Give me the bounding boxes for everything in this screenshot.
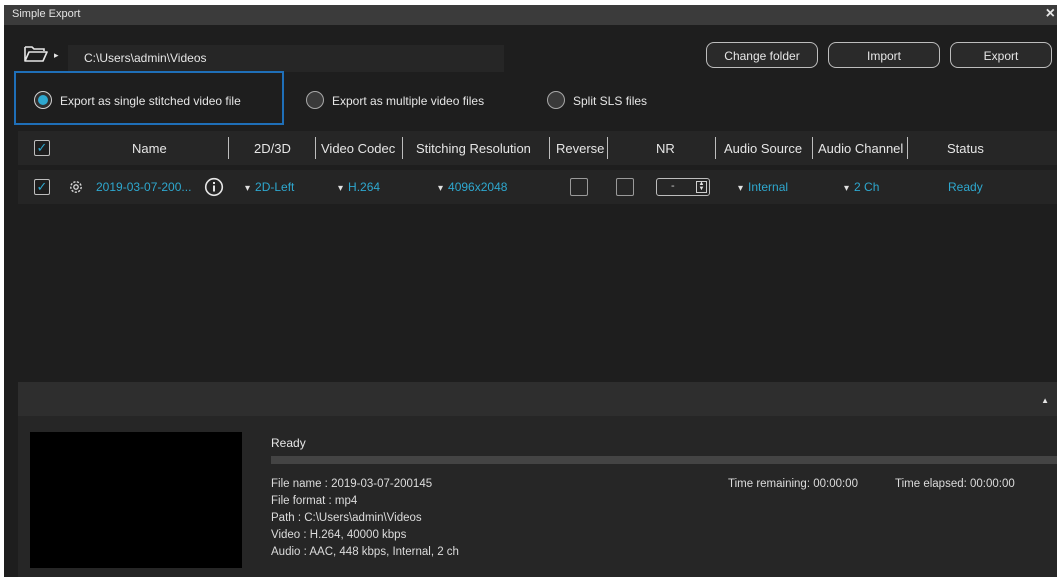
column-separator[interactable] bbox=[549, 137, 550, 159]
table-header: ✓ Name 2D/3D Video Codec Stitching Resol… bbox=[18, 131, 1057, 165]
column-separator[interactable] bbox=[715, 137, 716, 159]
nr-stepper[interactable]: - ▲ ▼ bbox=[656, 178, 710, 196]
codec-dropdown[interactable]: H.264 bbox=[338, 180, 380, 194]
audio-channel-dropdown[interactable]: 2 Ch bbox=[844, 180, 879, 194]
column-separator[interactable] bbox=[228, 137, 229, 159]
detail-file-format: File format : mp4 bbox=[271, 495, 358, 507]
reverse-checkbox[interactable] bbox=[570, 178, 588, 196]
time-remaining: Time remaining: 00:00:00 bbox=[728, 478, 858, 490]
column-name[interactable]: Name bbox=[132, 141, 167, 156]
simple-export-window: Simple Export × ▸ C:\Users\admin\Videos … bbox=[4, 5, 1057, 577]
status-text: Ready bbox=[948, 180, 983, 194]
resolution-dropdown[interactable]: 4096x2048 bbox=[438, 180, 507, 194]
export-button[interactable]: Export bbox=[950, 42, 1052, 68]
video-preview bbox=[30, 432, 242, 568]
nr-checkbox[interactable] bbox=[616, 178, 634, 196]
import-button[interactable]: Import bbox=[828, 42, 940, 68]
export-status: Ready bbox=[271, 436, 306, 450]
table-row[interactable]: ✓ 2019-03-07-200... 2D-Left H.264 4096x2… bbox=[18, 170, 1057, 204]
title-bar: Simple Export × bbox=[4, 5, 1057, 25]
column-separator[interactable] bbox=[812, 137, 813, 159]
audio-source-dropdown[interactable]: Internal bbox=[738, 180, 788, 194]
column-separator[interactable] bbox=[315, 137, 316, 159]
export-progress-bar bbox=[271, 456, 1057, 464]
column-separator[interactable] bbox=[607, 137, 608, 159]
radio-split-sls-label[interactable]: Split SLS files bbox=[573, 94, 647, 108]
change-folder-button[interactable]: Change folder bbox=[706, 42, 818, 68]
radio-multiple-files-control[interactable] bbox=[306, 91, 324, 109]
column-reverse[interactable]: Reverse bbox=[556, 141, 604, 156]
detail-file-name: File name : 2019-03-07-200145 bbox=[271, 478, 433, 490]
detail-video: Video : H.264, 40000 kbps bbox=[271, 529, 407, 541]
time-elapsed: Time elapsed: 00:00:00 bbox=[895, 478, 1015, 490]
details-panel: Ready File name : 2019-03-07-200145 File… bbox=[18, 416, 1057, 577]
window-title: Simple Export bbox=[12, 8, 81, 20]
radio-split-sls-control[interactable] bbox=[547, 91, 565, 109]
column-audio-channel[interactable]: Audio Channel bbox=[818, 141, 903, 156]
info-icon[interactable] bbox=[204, 177, 224, 200]
column-separator[interactable] bbox=[907, 137, 908, 159]
radio-single-stitched-control[interactable] bbox=[34, 91, 52, 109]
nr-value: - bbox=[671, 180, 675, 192]
column-status[interactable]: Status bbox=[947, 141, 984, 156]
collapse-caret-icon[interactable]: ▲ bbox=[1041, 396, 1049, 405]
settings-icon[interactable] bbox=[68, 179, 84, 198]
row-checkbox[interactable]: ✓ bbox=[34, 179, 50, 195]
file-name-cell[interactable]: 2019-03-07-200... bbox=[96, 180, 191, 194]
details-collapse-bar[interactable]: ▲ bbox=[18, 382, 1057, 416]
select-all-checkbox[interactable]: ✓ bbox=[34, 140, 50, 156]
column-nr[interactable]: NR bbox=[656, 141, 675, 156]
detail-audio: Audio : AAC, 448 kbps, Internal, 2 ch bbox=[271, 546, 459, 558]
close-icon[interactable]: × bbox=[1046, 5, 1055, 23]
column-stitching-resolution[interactable]: Stitching Resolution bbox=[416, 141, 531, 156]
folder-menu-arrow-icon[interactable]: ▸ bbox=[54, 50, 59, 61]
radio-single-stitched-label[interactable]: Export as single stitched video file bbox=[60, 94, 241, 108]
column-audio-source[interactable]: Audio Source bbox=[724, 141, 802, 156]
column-separator[interactable] bbox=[402, 137, 403, 159]
column-2d3d[interactable]: 2D/3D bbox=[254, 141, 291, 156]
radio-multiple-files-label[interactable]: Export as multiple video files bbox=[332, 94, 484, 108]
detail-path: Path : C:\Users\admin\Videos bbox=[271, 512, 422, 524]
folder-open-icon[interactable] bbox=[24, 45, 48, 66]
mode-dropdown[interactable]: 2D-Left bbox=[245, 180, 294, 194]
column-video-codec[interactable]: Video Codec bbox=[321, 141, 395, 156]
output-path: C:\Users\admin\Videos bbox=[84, 51, 207, 65]
stepper-arrows-icon[interactable]: ▲ ▼ bbox=[696, 181, 707, 193]
